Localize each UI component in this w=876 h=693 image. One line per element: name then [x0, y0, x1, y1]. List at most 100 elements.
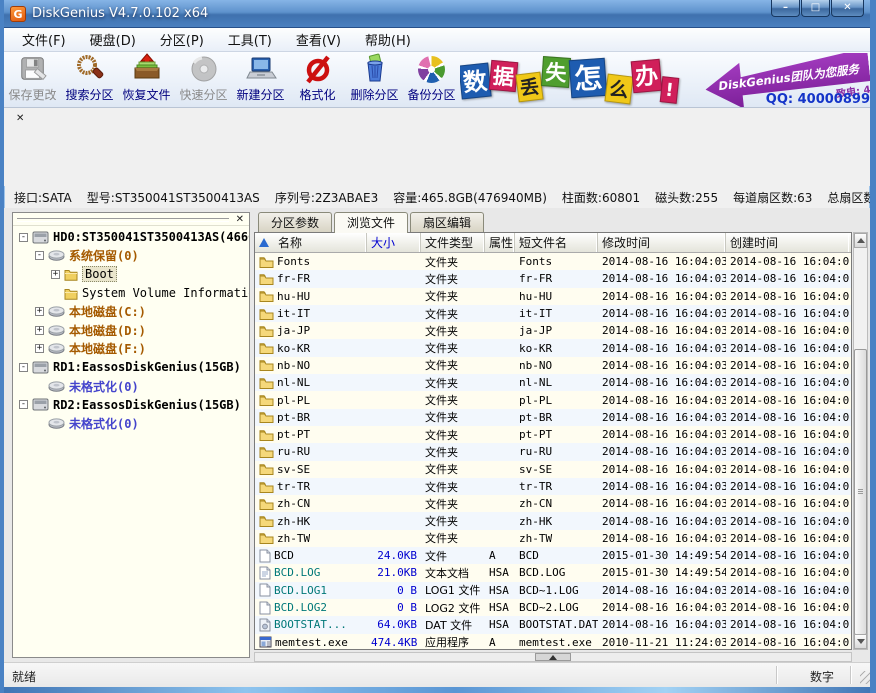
partition-icon — [48, 306, 65, 317]
scroll-down-icon[interactable] — [854, 634, 867, 649]
toolbar-button-quick-partition[interactable]: 快速分区 — [175, 52, 232, 106]
tree-expander-icon[interactable]: - — [19, 233, 28, 242]
column-header-0[interactable]: 名称 — [255, 233, 367, 252]
table-row[interactable]: fr-FR文件夹fr-FR2014-08-16 16:04:032014-08-… — [255, 270, 851, 287]
table-row[interactable]: memtest.exe474.4KB应用程序Amemtest.exe2010-1… — [255, 634, 851, 650]
table-row[interactable]: it-IT文件夹it-IT2014-08-16 16:04:032014-08-… — [255, 305, 851, 322]
table-row[interactable]: Fonts文件夹Fonts2014-08-16 16:04:032014-08-… — [255, 253, 851, 270]
table-row[interactable]: pt-BR文件夹pt-BR2014-08-16 16:04:032014-08-… — [255, 409, 851, 426]
cell-name: zh-HK — [255, 515, 367, 528]
scroll-up-icon[interactable] — [854, 233, 867, 248]
table-row[interactable]: ru-RU文件夹ru-RU2014-08-16 16:04:032014-08-… — [255, 443, 851, 460]
tree-item-6[interactable]: +本地磁盘(F:) — [13, 340, 249, 359]
tree-expander-icon[interactable]: + — [35, 326, 44, 335]
column-header-2[interactable]: 文件类型 — [421, 233, 485, 252]
table-row[interactable]: BCD.LOG20 BLOG2 文件HSABCD~2.LOG2014-08-16… — [255, 599, 851, 616]
table-row[interactable]: BCD.LOG21.0KB文本文档HSABCD.LOG2015-01-30 14… — [255, 564, 851, 581]
cell-name: nl-NL — [255, 376, 367, 389]
column-header-4[interactable]: 短文件名 — [515, 233, 598, 252]
menu-item-T[interactable]: 工具(T) — [216, 27, 284, 52]
cell-shortname: pl-PL — [515, 394, 598, 407]
tree-expander-icon[interactable]: - — [19, 400, 28, 409]
cell-attr: A — [485, 636, 515, 649]
toolbar-button-save-changes[interactable]: 保存更改 — [4, 52, 61, 106]
tab-扇区编辑[interactable]: 扇区编辑 — [410, 212, 484, 232]
column-header-5[interactable]: 修改时间 — [598, 233, 726, 252]
cell-created: 2014-08-16 16:04:03 — [726, 480, 849, 493]
cell-shortname: pt-PT — [515, 428, 598, 441]
disk-info-field-5: 磁头数:255 — [655, 189, 718, 206]
tree-item-9[interactable]: -RD2:EassosDiskGenius(15GB) — [13, 395, 249, 414]
column-header-6[interactable]: 创建时间 — [726, 233, 849, 252]
tree-expander-icon[interactable]: + — [35, 344, 44, 353]
table-row[interactable]: nl-NL文件夹nl-NL2014-08-16 16:04:032014-08-… — [255, 374, 851, 391]
tree-item-5[interactable]: +本地磁盘(D:) — [13, 321, 249, 340]
tab-分区参数[interactable]: 分区参数 — [258, 212, 332, 232]
tree-expander-icon[interactable]: - — [19, 363, 28, 372]
table-row[interactable]: nb-NO文件夹nb-NO2014-08-16 16:04:032014-08-… — [255, 357, 851, 374]
menu-item-F[interactable]: 文件(F) — [10, 27, 78, 52]
horizontal-scrollbar[interactable] — [254, 652, 852, 662]
cell-type: 应用程序 — [421, 634, 485, 650]
close-button[interactable]: ✕ — [831, 0, 864, 17]
resize-grip[interactable] — [860, 671, 873, 684]
table-row[interactable]: zh-TW文件夹zh-TW2014-08-16 16:04:032014-08-… — [255, 530, 851, 547]
ad-banner[interactable]: 数据丢失怎么办! DiskGenius团队为您服务 致电: 4 QQ: 4000… — [460, 53, 870, 107]
table-row[interactable]: BCD.LOG10 BLOG1 文件HSABCD~1.LOG2014-08-16… — [255, 582, 851, 599]
menu-item-H[interactable]: 帮助(H) — [353, 27, 423, 52]
cell-type: 文件夹 — [421, 357, 485, 373]
file-name: pt-BR — [277, 411, 310, 424]
table-row[interactable]: BCD24.0KB文件ABCD2015-01-30 14:49:542014-0… — [255, 547, 851, 564]
menu-item-V[interactable]: 查看(V) — [284, 27, 353, 52]
menu-item-P[interactable]: 分区(P) — [148, 27, 216, 52]
close-panel-icon[interactable]: ✕ — [16, 114, 24, 124]
tree-expander-icon[interactable]: + — [51, 270, 60, 279]
table-row[interactable]: tr-TR文件夹tr-TR2014-08-16 16:04:032014-08-… — [255, 478, 851, 495]
tree-item-4[interactable]: +本地磁盘(C:) — [13, 302, 249, 321]
table-row[interactable]: zh-CN文件夹zh-CN2014-08-16 16:04:032014-08-… — [255, 495, 851, 512]
toolbar-button-format[interactable]: 格式化 — [289, 52, 346, 106]
file-icon — [259, 549, 271, 563]
cell-shortname: BCD — [515, 549, 598, 562]
table-row[interactable]: zh-HK文件夹zh-HK2014-08-16 16:04:032014-08-… — [255, 512, 851, 529]
tree-expander-icon[interactable]: - — [35, 251, 44, 260]
tree-splitter-grip[interactable] — [17, 218, 229, 222]
title-bar[interactable]: G DiskGenius V4.7.0.102 x64 – □ ✕ — [0, 0, 876, 28]
scroll-thumb[interactable] — [854, 349, 867, 635]
maximize-button[interactable]: □ — [801, 0, 830, 17]
tree-expander-icon[interactable]: + — [35, 307, 44, 316]
tree-item-0[interactable]: -HD0:ST350041ST3500413AS(466GB) — [13, 228, 249, 247]
tree-item-8[interactable]: +未格式化(0) — [13, 377, 249, 396]
table-row[interactable]: hu-HU文件夹hu-HU2014-08-16 16:04:032014-08-… — [255, 288, 851, 305]
table-row[interactable]: pl-PL文件夹pl-PL2014-08-16 16:04:032014-08-… — [255, 391, 851, 408]
tree-item-1[interactable]: -系统保留(0) — [13, 247, 249, 266]
folder-icon — [259, 532, 274, 544]
table-row[interactable]: BOOTSTAT...64.0KBDAT 文件HSABOOTSTAT.DAT20… — [255, 616, 851, 633]
tree-item-2[interactable]: +Boot — [13, 265, 249, 284]
table-row[interactable]: ko-KR文件夹ko-KR2014-08-16 16:04:032014-08-… — [255, 339, 851, 356]
toolbar-button-delete-partition[interactable]: 删除分区 — [346, 52, 403, 106]
tab-浏览文件[interactable]: 浏览文件 — [334, 212, 408, 233]
table-row[interactable]: ja-JP文件夹ja-JP2014-08-16 16:04:032014-08-… — [255, 322, 851, 339]
toolbar-button-search-partition[interactable]: 搜索分区 — [61, 52, 118, 106]
tree-item-7[interactable]: -RD1:EassosDiskGenius(15GB) — [13, 358, 249, 377]
toolbar-button-recover-files[interactable]: 恢复文件 — [118, 52, 175, 106]
menu-item-D[interactable]: 硬盘(D) — [78, 27, 148, 52]
column-header-1[interactable]: 大小 — [367, 233, 421, 252]
toolbar-button-new-partition[interactable]: 新建分区 — [232, 52, 289, 106]
collapse-button[interactable] — [535, 653, 571, 661]
cell-created: 2014-08-16 16:04:03 — [726, 428, 849, 441]
cell-modified: 2014-08-16 16:04:03 — [598, 584, 726, 597]
minimize-button[interactable]: – — [771, 0, 800, 17]
cell-type: DAT 文件 — [421, 617, 485, 633]
tree-item-3[interactable]: +System Volume Information — [13, 284, 249, 303]
close-tree-icon[interactable]: ✕ — [236, 215, 244, 225]
file-name: tr-TR — [277, 480, 310, 493]
toolbar-button-backup-partition[interactable]: 备份分区 — [403, 52, 460, 106]
table-row[interactable]: pt-PT文件夹pt-PT2014-08-16 16:04:032014-08-… — [255, 426, 851, 443]
column-header-3[interactable]: 属性 — [485, 233, 515, 252]
tree-item-10[interactable]: +未格式化(0) — [13, 414, 249, 433]
cell-created: 2014-08-16 16:04:03 — [726, 394, 849, 407]
vertical-scrollbar[interactable] — [853, 232, 868, 650]
table-row[interactable]: sv-SE文件夹sv-SE2014-08-16 16:04:032014-08-… — [255, 461, 851, 478]
